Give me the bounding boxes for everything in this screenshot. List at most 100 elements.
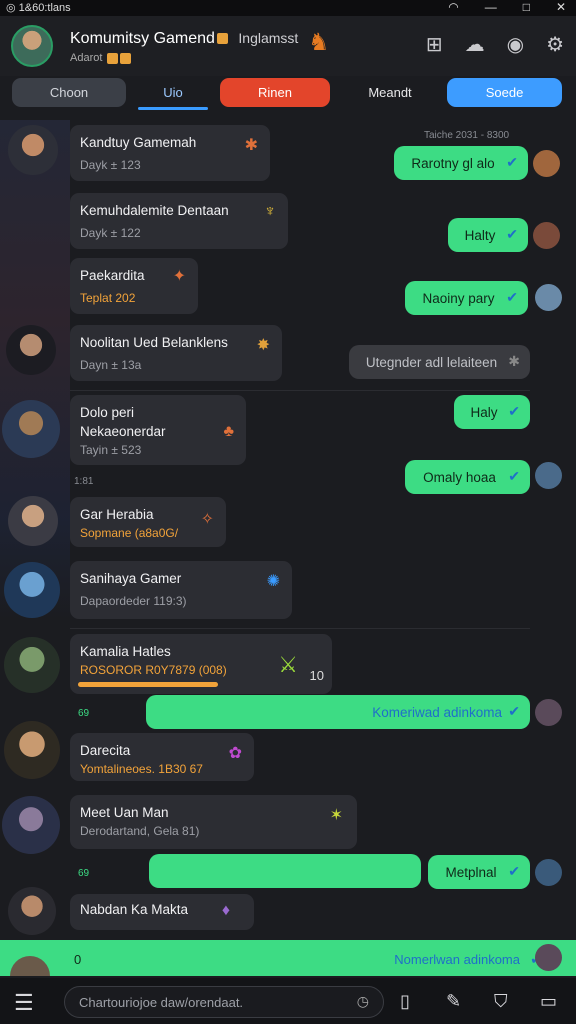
message-bubble[interactable]: Kemuhdalemite Dentaan Dayk ± 122 ♆	[70, 193, 288, 249]
outgoing-message-pending[interactable]: Utegnder adl lelaiteen ✱	[349, 345, 530, 379]
edit-icon[interactable]: ✎	[446, 991, 461, 1012]
chat-icon[interactable]: ▭	[540, 991, 557, 1012]
maximize-button[interactable]: □	[523, 0, 530, 14]
avatar	[533, 150, 560, 177]
game-icon: ✿	[228, 745, 242, 762]
chat-header: Komumitsy Gamend Inglamsst Adarot ♞ ⊞ ☁ …	[0, 16, 576, 76]
tab-meandt[interactable]: Meandt	[338, 78, 442, 107]
shield-icon[interactable]: ⛉	[494, 991, 508, 1012]
reaction-count: 10	[309, 668, 324, 683]
message-bubble[interactable]: Noolitan Ued Belanklens Dayn ± 13a ✸	[70, 325, 282, 381]
outgoing-message[interactable]: Komeriwad adinkoma ✔	[146, 695, 530, 729]
sender-name: Kemuhdalemite Dentaan	[80, 203, 229, 218]
timestamp: Taiche 2031 - 8300	[424, 130, 510, 141]
read-check-icon: ✔	[506, 226, 518, 242]
sender-name: Nabdan Ka Makta	[80, 902, 189, 917]
message-bubble[interactable]: Meet Uan Man Derodartand, Gela 81) ✶	[70, 795, 357, 849]
group-subtitle: Adarot	[70, 52, 132, 64]
avatar[interactable]	[2, 796, 60, 854]
outgoing-message[interactable]: Naoiny pary ✔	[405, 281, 528, 315]
message-bubble[interactable]: Paekardita Teplat 202 ✦	[70, 258, 198, 314]
timestamp: 69	[78, 868, 90, 879]
message-meta: Yomtalineoes. 1B30 67	[80, 762, 203, 776]
characters-icon: ⚔	[278, 652, 298, 677]
grid-icon[interactable]: ⊞	[426, 32, 443, 57]
avatar[interactable]	[4, 637, 60, 693]
close-button[interactable]: ✕	[556, 0, 566, 14]
game-icon: ✸	[256, 337, 270, 354]
menu-icon[interactable]: ☰	[14, 990, 34, 1016]
message-input[interactable]: Chartouriojoe daw/orendaat. ◷	[64, 986, 384, 1018]
message-meta: Teplat 202	[80, 291, 136, 305]
minimize-button[interactable]: —	[485, 0, 497, 14]
message-meta: Dapaordeder 119:3)	[80, 594, 187, 608]
divider	[70, 628, 530, 629]
tab-soede[interactable]: Soede	[447, 78, 562, 107]
highlighted-message-bar[interactable]: 0 Nomerlwan adinkoma ✔	[0, 940, 576, 976]
timestamp: 1:81	[74, 476, 94, 487]
avatar	[535, 699, 562, 726]
avatar[interactable]	[6, 325, 56, 375]
sender-name: Gar Herabia	[80, 507, 154, 522]
message-meta: Dayk ± 122	[80, 226, 141, 240]
sender-name: Dolo peri	[80, 405, 135, 420]
message-bubble[interactable]: Sanihaya Gamer Dapaordeder 119:3) ✺	[70, 561, 292, 619]
divider	[70, 390, 530, 391]
sender-name: Noolitan Ued Belanklens	[80, 335, 228, 350]
tab-rinen[interactable]: Rinen	[220, 78, 330, 107]
phone-icon[interactable]: ▯	[400, 991, 410, 1012]
sender-name-line2: Nekaeonerdar	[80, 424, 166, 439]
outgoing-message[interactable]: Rarotny gl alo ✔	[394, 146, 528, 180]
status-bar: ◎ 1&60:tlans ◠ — □ ✕	[0, 0, 576, 16]
badge-icon	[107, 52, 119, 64]
message-bubble[interactable]: Nabdan Ka Makta ♦	[70, 894, 254, 930]
message-meta: Derodartand, Gela 81)	[80, 824, 200, 838]
status-bar-title: ◎ 1&60:tlans	[6, 2, 71, 14]
outgoing-message-draft[interactable]	[149, 854, 421, 888]
clock-icon[interactable]: ◷	[357, 993, 369, 1010]
message-bubble[interactable]: Darecita Yomtalineoes. 1B30 67 ✿	[70, 733, 254, 781]
read-check-icon: ✔	[506, 154, 518, 170]
record-icon[interactable]: ◉	[507, 32, 524, 57]
avatar[interactable]	[2, 400, 60, 458]
fire-icon[interactable]: ☁	[465, 32, 485, 57]
avatar[interactable]	[4, 562, 60, 618]
avatar	[535, 859, 562, 886]
dragon-logo-icon: ♞	[308, 29, 330, 56]
avatar	[535, 944, 562, 971]
sender-name: Sanihaya Gamer	[80, 571, 182, 586]
read-check-icon: ✔	[508, 403, 520, 419]
outgoing-message[interactable]: Haly ✔	[454, 395, 530, 429]
game-icon: ♣	[223, 423, 235, 440]
progress-fill	[78, 682, 218, 687]
outgoing-message[interactable]: Omaly hoaa ✔	[405, 460, 530, 494]
message-text: 0	[74, 952, 82, 967]
message-bubble[interactable]: Gar Herabia Sopmane (a8a0G/ ✧	[70, 497, 226, 547]
avatar[interactable]	[8, 887, 56, 935]
game-icon: ♦	[221, 902, 230, 919]
badge-icon	[120, 52, 132, 64]
outgoing-message[interactable]: Halty ✔	[448, 218, 528, 252]
sender-name: Kandtuy Gamemah	[80, 135, 197, 150]
sender-name: Meet Uan Man	[80, 805, 169, 820]
group-avatar[interactable]	[11, 25, 53, 67]
game-icon: ♆	[264, 203, 276, 220]
avatar[interactable]	[8, 125, 58, 175]
message-bubble[interactable]: Kandtuy Gamemah Dayk ± 123 ✱	[70, 125, 270, 181]
avatar	[535, 284, 562, 311]
avatar[interactable]	[4, 721, 60, 779]
read-check-icon: ✔	[508, 863, 520, 879]
message-meta: Dayk ± 123	[80, 158, 141, 172]
tab-uio[interactable]: Uio	[128, 78, 218, 110]
tab-bar: Choon Uio Rinen Meandt Soede	[12, 78, 564, 110]
read-check-icon: ✔	[508, 468, 520, 484]
timestamp: 69	[78, 708, 90, 719]
message-bubble[interactable]: Dolo peri Nekaeonerdar Tayin ± 523 ♣	[70, 395, 246, 465]
badge-icon	[216, 33, 228, 45]
settings-icon[interactable]: ⚙	[546, 32, 564, 57]
avatar[interactable]	[8, 496, 58, 546]
tab-choon[interactable]: Choon	[12, 78, 126, 107]
message-text: Nomerlwan adinkoma	[394, 952, 520, 967]
outgoing-message[interactable]: Metplnal ✔	[428, 855, 530, 889]
message-meta: Dayn ± 13a	[80, 358, 142, 372]
